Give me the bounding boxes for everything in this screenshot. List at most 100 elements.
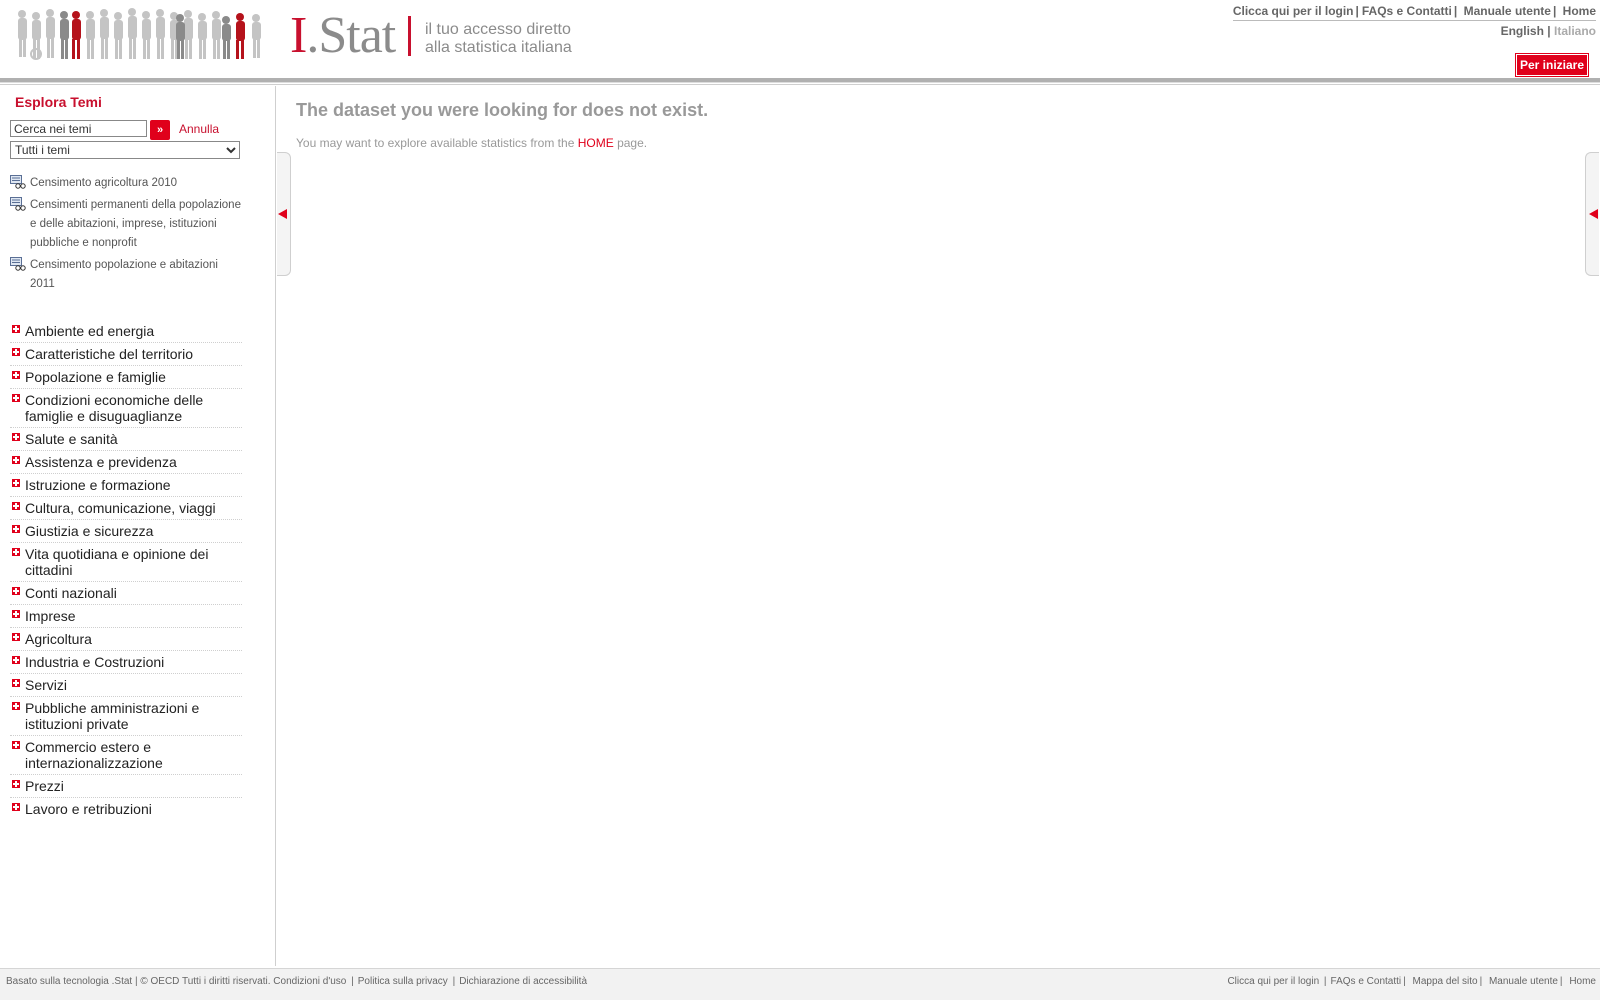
tagline-line-2: alla statistica italiana <box>425 39 572 56</box>
istat-logo: I.Stat <box>290 8 396 64</box>
theme-item-cultura[interactable]: Cultura, comunicazione, viaggi <box>10 497 242 520</box>
expand-plus-icon[interactable] <box>12 479 20 487</box>
expand-plus-icon[interactable] <box>12 702 20 710</box>
census-book-icon <box>10 197 26 211</box>
theme-item-salute[interactable]: Salute e sanità <box>10 428 242 451</box>
theme-item-vita-quotidiana[interactable]: Vita quotidiana e opinione dei cittadini <box>10 543 242 582</box>
expand-left-arrow-icon <box>1589 209 1598 219</box>
user-manual-link[interactable]: Manuale utente <box>1464 4 1551 18</box>
footer-legal: Basato sulla tecnologia .Stat | © OECD T… <box>6 976 588 987</box>
theme-item-imprese[interactable]: Imprese <box>10 605 242 628</box>
theme-filter-select[interactable]: Tutti i temi <box>10 141 240 159</box>
footer-manual-link[interactable]: Manuale utente <box>1489 976 1558 987</box>
theme-item-label: Lavoro e retribuzioni <box>25 801 152 817</box>
theme-item-label: Giustizia e sicurezza <box>25 523 154 539</box>
theme-item-pubbliche-amministrazioni[interactable]: Pubbliche amministrazioni e istituzioni … <box>10 697 242 736</box>
theme-item-label: Industria e Costruzioni <box>25 654 165 670</box>
expand-plus-icon[interactable] <box>12 325 20 333</box>
logo-separator <box>408 16 411 56</box>
collapse-sidebar-tab[interactable] <box>277 152 291 276</box>
collapse-left-arrow-icon <box>278 209 287 219</box>
tagline: il tuo accesso diretto alla statistica i… <box>425 21 572 57</box>
lang-english-link[interactable]: English <box>1501 24 1544 38</box>
theme-item-popolazione[interactable]: Popolazione e famiglie <box>10 366 242 389</box>
privacy-policy-link[interactable]: Politica sulla privacy <box>358 976 448 987</box>
expand-plus-icon[interactable] <box>12 803 20 811</box>
expand-plus-icon[interactable] <box>12 633 20 641</box>
page-header: I.Stat il tuo accesso diretto alla stati… <box>0 0 1600 78</box>
theme-item-lavoro[interactable]: Lavoro e retribuzioni <box>10 798 242 820</box>
theme-item-label: Commercio estero e internazionalizzazion… <box>25 739 163 771</box>
expand-plus-icon[interactable] <box>12 741 20 749</box>
crowd-banner-image <box>18 8 261 60</box>
footer-links: Clicca qui per il login | FAQs e Contatti… <box>1227 976 1596 987</box>
search-cancel-link[interactable]: Annulla <box>179 122 219 136</box>
expand-right-panel-tab[interactable] <box>1585 152 1599 276</box>
accessibility-statement-link[interactable]: Dichiarazione di accessibilità <box>459 976 587 987</box>
page-footer: Basato sulla tecnologia .Stat | © OECD T… <box>0 968 1600 1000</box>
theme-item-commercio-estero[interactable]: Commercio estero e internazionalizzazion… <box>10 736 242 775</box>
expand-plus-icon[interactable] <box>12 548 20 556</box>
expand-plus-icon[interactable] <box>12 433 20 441</box>
home-page-link[interactable]: HOME <box>578 136 614 150</box>
theme-item-industria[interactable]: Industria e Costruzioni <box>10 651 242 674</box>
theme-item-ambiente[interactable]: Ambiente ed energia <box>10 320 242 343</box>
theme-item-agricoltura[interactable]: Agricoltura <box>10 628 242 651</box>
census-item[interactable]: Censimento agricoltura 2010 <box>10 174 242 193</box>
expand-plus-icon[interactable] <box>12 371 20 379</box>
theme-item-label: Vita quotidiana e opinione dei cittadini <box>25 546 209 578</box>
getting-started-button[interactable]: Per iniziare <box>1514 53 1590 77</box>
theme-item-label: Imprese <box>25 608 76 624</box>
theme-list: Ambiente ed energia Caratteristiche del … <box>10 320 242 820</box>
theme-item-giustizia[interactable]: Giustizia e sicurezza <box>10 520 242 543</box>
theme-item-condizioni-economiche[interactable]: Condizioni economiche delle famiglie e d… <box>10 389 242 428</box>
theme-item-label: Salute e sanità <box>25 431 118 447</box>
footer-login-link[interactable]: Clicca qui per il login <box>1227 976 1319 987</box>
search-submit-button[interactable]: » <box>150 120 170 140</box>
footer-home-link[interactable]: Home <box>1569 976 1596 987</box>
theme-sidebar: Esplora Temi » Annulla Tutti i temi Cens… <box>0 86 276 966</box>
theme-item-label: Conti nazionali <box>25 585 117 601</box>
theme-item-territorio[interactable]: Caratteristiche del territorio <box>10 343 242 366</box>
census-item[interactable]: Censimento popolazione e abitazioni 2011 <box>10 256 242 294</box>
theme-item-label: Pubbliche amministrazioni e istituzioni … <box>25 700 200 732</box>
theme-item-assistenza[interactable]: Assistenza e previdenza <box>10 451 242 474</box>
expand-plus-icon[interactable] <box>12 610 20 618</box>
expand-plus-icon[interactable] <box>12 502 20 510</box>
census-book-icon <box>10 175 26 189</box>
theme-item-label: Cultura, comunicazione, viaggi <box>25 500 216 516</box>
footer-sitemap-link[interactable]: Mappa del sito <box>1413 976 1478 987</box>
theme-item-label: Ambiente ed energia <box>25 323 155 339</box>
expand-plus-icon[interactable] <box>12 656 20 664</box>
theme-item-prezzi[interactable]: Prezzi <box>10 775 242 798</box>
theme-item-conti-nazionali[interactable]: Conti nazionali <box>10 582 242 605</box>
theme-item-label: Condizioni economiche delle famiglie e d… <box>25 392 204 424</box>
login-link[interactable]: Clicca qui per il login <box>1233 4 1354 18</box>
sidebar-title: Esplora Temi <box>15 94 102 110</box>
expand-plus-icon[interactable] <box>12 348 20 356</box>
theme-item-label: Assistenza e previdenza <box>25 454 177 470</box>
header-divider-thin <box>0 84 1600 85</box>
census-list: Censimento agricoltura 2010 Censimenti p… <box>10 174 242 297</box>
expand-plus-icon[interactable] <box>12 394 20 402</box>
expand-plus-icon[interactable] <box>12 456 20 464</box>
census-item[interactable]: Censimenti permanenti della popolazione … <box>10 196 242 253</box>
theme-item-istruzione[interactable]: Istruzione e formazione <box>10 474 242 497</box>
error-message-text: You may want to explore available statis… <box>296 136 575 150</box>
theme-item-servizi[interactable]: Servizi <box>10 674 242 697</box>
footer-copyright: Basato sulla tecnologia .Stat | © OECD T… <box>6 976 347 987</box>
faq-contacts-link[interactable]: FAQs e Contatti <box>1362 4 1452 18</box>
header-divider <box>0 78 1600 83</box>
theme-item-label: Agricoltura <box>25 631 92 647</box>
footer-faq-link[interactable]: FAQs e Contatti <box>1331 976 1402 987</box>
home-link[interactable]: Home <box>1563 4 1596 18</box>
error-title: The dataset you were looking for does no… <box>296 100 709 120</box>
expand-plus-icon[interactable] <box>12 679 20 687</box>
top-nav-links: Clicca qui per il login | FAQs e Contatti |… <box>1232 4 1596 21</box>
census-item-label: Censimenti permanenti della popolazione … <box>30 199 241 249</box>
expand-plus-icon[interactable] <box>12 587 20 595</box>
expand-plus-icon[interactable] <box>12 525 20 533</box>
theme-search-input[interactable] <box>10 120 147 137</box>
expand-plus-icon[interactable] <box>12 780 20 788</box>
census-book-icon <box>10 257 26 271</box>
